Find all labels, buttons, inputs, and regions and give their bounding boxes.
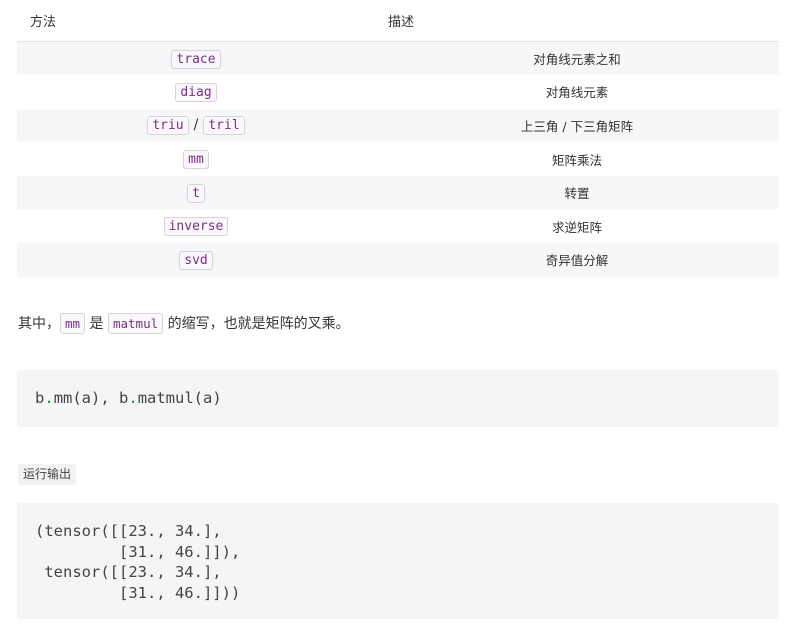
method-cell: mm [17,142,375,176]
description-cell: 对角线元素之和 [533,52,621,68]
table-header-row: 方法 描述 [17,0,779,42]
description-cell: 矩阵乘法 [551,152,602,168]
table-row: svd 奇异值分解 [17,243,779,277]
method-code-inverse: inverse [163,217,229,237]
method-code-t: t [187,183,205,203]
para-text: 的缩写，也就是矩阵的叉乘。 [163,316,350,332]
methods-table-container: 方法 描述 trace 对角线元素之和 diag 对角线元素 triu / tril… [17,0,779,277]
description-cell: 转置 [564,186,590,202]
header-description: 描述 [375,0,779,42]
code-dot: . [128,389,138,407]
method-code-diag: diag [175,82,217,102]
para-text: 其中， [18,316,60,332]
output-block[interactable]: (tensor([[23., 34.], [31., 46.]]), tenso… [17,503,779,619]
method-code-svd: svd [179,250,213,270]
para-text: 是 [85,316,108,332]
method-code-triu: triu [147,116,189,136]
code-dot: . [44,389,54,407]
code-part: b [35,389,45,407]
code-block[interactable]: b.mm(a), b.matmul(a) [17,370,779,427]
header-method: 方法 [17,0,375,42]
method-cell: diag [17,75,375,109]
description-cell: 求逆矩阵 [551,219,602,235]
output-label: 运行输出 [18,464,77,485]
table-row: trace 对角线元素之和 [17,41,779,76]
table-row: inverse 求逆矩阵 [17,209,779,243]
table-row: t 转置 [17,175,779,210]
method-cell: svd [17,243,375,277]
code-part: mm(a), b [53,389,129,407]
method-cell: triu / tril [17,109,375,143]
method-separator: / [193,117,199,134]
description-cell: 上三角 / 下三角矩阵 [520,118,634,134]
description-cell: 对角线元素 [545,85,609,101]
method-cell: t [17,176,375,210]
inline-code-mm: mm [60,313,86,334]
inline-code-matmul: matmul [107,313,164,334]
table-row: diag 对角线元素 [17,75,779,109]
method-code-trace: trace [171,49,221,69]
description-cell: 奇异值分解 [545,253,609,269]
method-code-tril: tril [203,116,245,136]
table-row: triu / tril 上三角 / 下三角矩阵 [17,108,779,143]
code-part: matmul(a) [137,389,222,407]
table-row: mm 矩阵乘法 [17,142,779,176]
method-cell: trace [17,42,375,76]
explanation-paragraph: 其中， mm 是 matmul 的缩写，也就是矩阵的叉乘。 [18,313,350,335]
method-cell: inverse [17,209,375,243]
methods-table: 方法 描述 trace 对角线元素之和 diag 对角线元素 triu / tril… [17,0,779,277]
method-code-mm: mm [183,150,209,170]
